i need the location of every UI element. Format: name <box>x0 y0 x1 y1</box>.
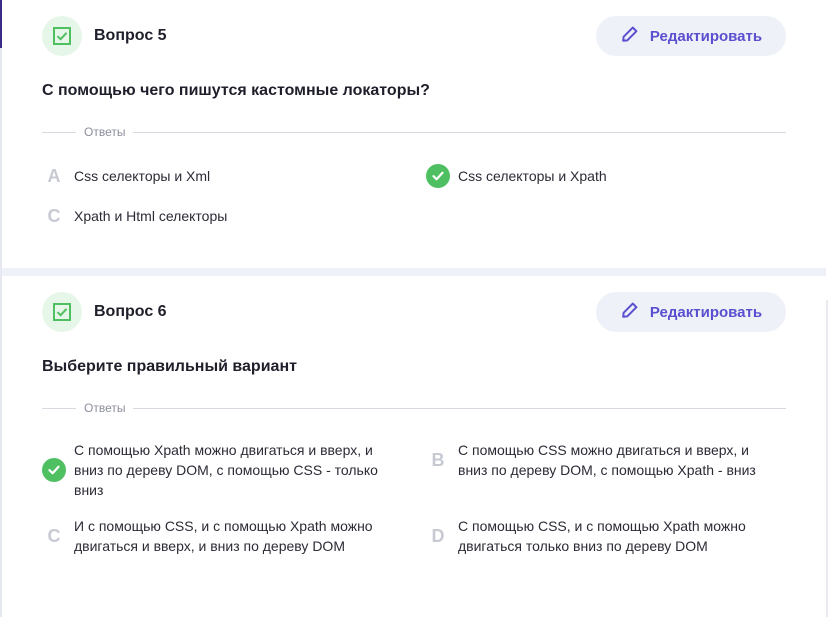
answer-option-b[interactable]: B С помощью CSS можно двигаться и вверх,… <box>426 440 778 480</box>
answers-label: Ответы <box>84 125 126 139</box>
question-title: Вопрос 5 <box>94 27 167 44</box>
pencil-icon <box>620 24 640 48</box>
divider-line <box>42 407 76 409</box>
answer-marker: B <box>431 450 445 470</box>
edit-button[interactable]: Редактировать <box>596 292 786 332</box>
answer-marker: A <box>47 166 61 186</box>
answer-marker: C <box>47 206 61 226</box>
question-text: С помощью чего пишутся кастомные локатор… <box>42 82 430 99</box>
divider-line <box>133 131 786 133</box>
answer-option-c[interactable]: C И с помощью CSS, и с помощью Xpath мож… <box>42 516 394 556</box>
edit-button[interactable]: Редактировать <box>596 16 786 56</box>
answer-text: С помощью CSS можно двигаться и вверх, и… <box>458 442 756 478</box>
answer-option-a[interactable]: С помощью Xpath можно двигаться и вверх,… <box>42 440 394 500</box>
answers-label: Ответы <box>84 401 126 415</box>
answer-marker: C <box>47 526 61 546</box>
edit-button-label: Редактировать <box>649 27 763 45</box>
answer-text: Xpath и Html селекторы <box>74 208 228 224</box>
answer-text: С помощью Xpath можно двигаться и вверх,… <box>74 442 378 498</box>
answers-divider: Ответы <box>42 124 786 140</box>
check-circle-icon <box>42 458 66 482</box>
card-separator <box>2 268 826 276</box>
answer-text: И с помощью CSS, и с помощью Xpath можно… <box>74 518 373 554</box>
question-header: Вопрос 5 Редактировать <box>42 16 786 56</box>
answer-text: С помощью CSS, и с помощью Xpath можно д… <box>458 518 746 554</box>
checkbox-check-icon <box>42 16 82 56</box>
answer-option-b[interactable]: Css селекторы и Xpath <box>426 164 607 188</box>
answer-option-c[interactable]: C Xpath и Html селекторы <box>42 204 228 228</box>
question-card-5: Вопрос 5 Редактировать С помощью чего пи… <box>2 0 826 268</box>
answer-option-a[interactable]: A Css селекторы и Xml <box>42 164 211 188</box>
checkbox-check-icon <box>42 292 82 332</box>
pencil-icon <box>620 300 640 324</box>
answers-divider: Ответы <box>42 400 786 416</box>
divider-line <box>133 407 786 409</box>
answer-option-d[interactable]: D С помощью CSS, и с помощью Xpath можно… <box>426 516 778 556</box>
check-circle-icon <box>426 164 450 188</box>
divider-line <box>42 131 76 133</box>
question-title: Вопрос 6 <box>94 303 167 320</box>
answer-text: Css селекторы и Xml <box>74 168 211 184</box>
answer-marker: D <box>431 526 445 546</box>
question-header: Вопрос 6 Редактировать <box>42 292 786 332</box>
question-card-6: Вопрос 6 Редактировать Выберите правильн… <box>2 276 826 617</box>
question-text: Выберите правильный вариант <box>42 358 297 375</box>
answer-text: Css селекторы и Xpath <box>458 168 607 184</box>
edit-button-label: Редактировать <box>649 303 763 321</box>
